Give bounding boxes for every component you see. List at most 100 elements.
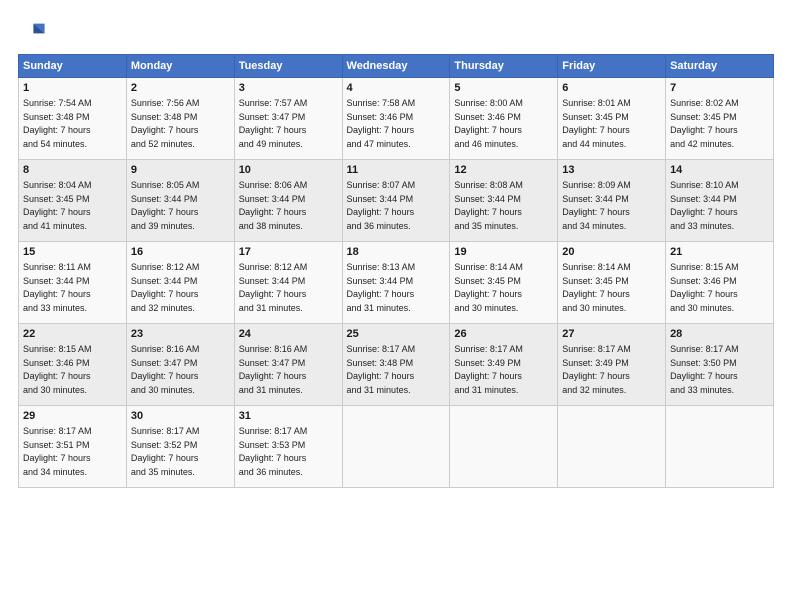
day-number: 7 — [670, 81, 769, 97]
calendar-week-1: 1Sunrise: 7:54 AM Sunset: 3:48 PM Daylig… — [19, 78, 774, 160]
day-number: 21 — [670, 245, 769, 261]
table-row: 31Sunrise: 8:17 AM Sunset: 3:53 PM Dayli… — [234, 406, 342, 488]
table-row: 3Sunrise: 7:57 AM Sunset: 3:47 PM Daylig… — [234, 78, 342, 160]
day-info: Sunrise: 8:02 AM Sunset: 3:45 PM Dayligh… — [670, 98, 739, 149]
calendar-week-5: 29Sunrise: 8:17 AM Sunset: 3:51 PM Dayli… — [19, 406, 774, 488]
day-info: Sunrise: 8:17 AM Sunset: 3:51 PM Dayligh… — [23, 426, 92, 477]
table-row: 22Sunrise: 8:15 AM Sunset: 3:46 PM Dayli… — [19, 324, 127, 406]
day-number: 25 — [347, 327, 446, 343]
col-header-friday: Friday — [558, 55, 666, 78]
day-number: 11 — [347, 163, 446, 179]
table-row: 26Sunrise: 8:17 AM Sunset: 3:49 PM Dayli… — [450, 324, 558, 406]
day-info: Sunrise: 8:17 AM Sunset: 3:49 PM Dayligh… — [454, 344, 523, 395]
day-info: Sunrise: 7:56 AM Sunset: 3:48 PM Dayligh… — [131, 98, 200, 149]
day-info: Sunrise: 8:08 AM Sunset: 3:44 PM Dayligh… — [454, 180, 523, 231]
table-row: 9Sunrise: 8:05 AM Sunset: 3:44 PM Daylig… — [126, 160, 234, 242]
day-info: Sunrise: 8:07 AM Sunset: 3:44 PM Dayligh… — [347, 180, 416, 231]
day-number: 30 — [131, 409, 230, 425]
day-info: Sunrise: 8:12 AM Sunset: 3:44 PM Dayligh… — [131, 262, 200, 313]
table-row: 27Sunrise: 8:17 AM Sunset: 3:49 PM Dayli… — [558, 324, 666, 406]
day-number: 4 — [347, 81, 446, 97]
day-info: Sunrise: 7:57 AM Sunset: 3:47 PM Dayligh… — [239, 98, 308, 149]
day-info: Sunrise: 8:16 AM Sunset: 3:47 PM Dayligh… — [239, 344, 308, 395]
col-header-saturday: Saturday — [666, 55, 774, 78]
table-row: 15Sunrise: 8:11 AM Sunset: 3:44 PM Dayli… — [19, 242, 127, 324]
day-number: 15 — [23, 245, 122, 261]
day-number: 12 — [454, 163, 553, 179]
day-number: 24 — [239, 327, 338, 343]
day-info: Sunrise: 8:15 AM Sunset: 3:46 PM Dayligh… — [23, 344, 92, 395]
day-number: 2 — [131, 81, 230, 97]
table-row: 12Sunrise: 8:08 AM Sunset: 3:44 PM Dayli… — [450, 160, 558, 242]
table-row: 10Sunrise: 8:06 AM Sunset: 3:44 PM Dayli… — [234, 160, 342, 242]
day-info: Sunrise: 8:14 AM Sunset: 3:45 PM Dayligh… — [454, 262, 523, 313]
day-number: 3 — [239, 81, 338, 97]
table-row: 4Sunrise: 7:58 AM Sunset: 3:46 PM Daylig… — [342, 78, 450, 160]
day-number: 20 — [562, 245, 661, 261]
day-number: 19 — [454, 245, 553, 261]
day-number: 16 — [131, 245, 230, 261]
table-row: 7Sunrise: 8:02 AM Sunset: 3:45 PM Daylig… — [666, 78, 774, 160]
col-header-wednesday: Wednesday — [342, 55, 450, 78]
day-number: 13 — [562, 163, 661, 179]
day-info: Sunrise: 8:14 AM Sunset: 3:45 PM Dayligh… — [562, 262, 631, 313]
table-row: 28Sunrise: 8:17 AM Sunset: 3:50 PM Dayli… — [666, 324, 774, 406]
day-number: 1 — [23, 81, 122, 97]
calendar-week-4: 22Sunrise: 8:15 AM Sunset: 3:46 PM Dayli… — [19, 324, 774, 406]
table-row — [342, 406, 450, 488]
calendar-body: 1Sunrise: 7:54 AM Sunset: 3:48 PM Daylig… — [19, 78, 774, 488]
day-info: Sunrise: 8:17 AM Sunset: 3:53 PM Dayligh… — [239, 426, 308, 477]
day-info: Sunrise: 8:04 AM Sunset: 3:45 PM Dayligh… — [23, 180, 92, 231]
table-row: 24Sunrise: 8:16 AM Sunset: 3:47 PM Dayli… — [234, 324, 342, 406]
day-number: 28 — [670, 327, 769, 343]
day-info: Sunrise: 7:58 AM Sunset: 3:46 PM Dayligh… — [347, 98, 416, 149]
day-info: Sunrise: 8:12 AM Sunset: 3:44 PM Dayligh… — [239, 262, 308, 313]
day-info: Sunrise: 8:00 AM Sunset: 3:46 PM Dayligh… — [454, 98, 523, 149]
day-number: 27 — [562, 327, 661, 343]
table-row — [666, 406, 774, 488]
logo-icon — [18, 18, 46, 46]
table-row: 25Sunrise: 8:17 AM Sunset: 3:48 PM Dayli… — [342, 324, 450, 406]
table-row: 30Sunrise: 8:17 AM Sunset: 3:52 PM Dayli… — [126, 406, 234, 488]
day-number: 14 — [670, 163, 769, 179]
page: SundayMondayTuesdayWednesdayThursdayFrid… — [0, 0, 792, 498]
day-info: Sunrise: 8:17 AM Sunset: 3:52 PM Dayligh… — [131, 426, 200, 477]
calendar-week-2: 8Sunrise: 8:04 AM Sunset: 3:45 PM Daylig… — [19, 160, 774, 242]
col-header-tuesday: Tuesday — [234, 55, 342, 78]
day-number: 29 — [23, 409, 122, 425]
day-number: 5 — [454, 81, 553, 97]
header-row: SundayMondayTuesdayWednesdayThursdayFrid… — [19, 55, 774, 78]
day-number: 10 — [239, 163, 338, 179]
table-row: 18Sunrise: 8:13 AM Sunset: 3:44 PM Dayli… — [342, 242, 450, 324]
calendar-week-3: 15Sunrise: 8:11 AM Sunset: 3:44 PM Dayli… — [19, 242, 774, 324]
table-row — [558, 406, 666, 488]
table-row: 17Sunrise: 8:12 AM Sunset: 3:44 PM Dayli… — [234, 242, 342, 324]
day-info: Sunrise: 8:10 AM Sunset: 3:44 PM Dayligh… — [670, 180, 739, 231]
day-info: Sunrise: 8:01 AM Sunset: 3:45 PM Dayligh… — [562, 98, 631, 149]
col-header-thursday: Thursday — [450, 55, 558, 78]
day-number: 26 — [454, 327, 553, 343]
day-info: Sunrise: 8:17 AM Sunset: 3:50 PM Dayligh… — [670, 344, 739, 395]
table-row: 23Sunrise: 8:16 AM Sunset: 3:47 PM Dayli… — [126, 324, 234, 406]
table-row: 1Sunrise: 7:54 AM Sunset: 3:48 PM Daylig… — [19, 78, 127, 160]
calendar-table: SundayMondayTuesdayWednesdayThursdayFrid… — [18, 54, 774, 488]
day-number: 8 — [23, 163, 122, 179]
day-info: Sunrise: 8:15 AM Sunset: 3:46 PM Dayligh… — [670, 262, 739, 313]
table-row: 19Sunrise: 8:14 AM Sunset: 3:45 PM Dayli… — [450, 242, 558, 324]
col-header-sunday: Sunday — [19, 55, 127, 78]
table-row: 21Sunrise: 8:15 AM Sunset: 3:46 PM Dayli… — [666, 242, 774, 324]
day-number: 6 — [562, 81, 661, 97]
day-info: Sunrise: 8:06 AM Sunset: 3:44 PM Dayligh… — [239, 180, 308, 231]
calendar-header: SundayMondayTuesdayWednesdayThursdayFrid… — [19, 55, 774, 78]
table-row: 11Sunrise: 8:07 AM Sunset: 3:44 PM Dayli… — [342, 160, 450, 242]
day-info: Sunrise: 8:17 AM Sunset: 3:48 PM Dayligh… — [347, 344, 416, 395]
day-info: Sunrise: 8:05 AM Sunset: 3:44 PM Dayligh… — [131, 180, 200, 231]
table-row: 5Sunrise: 8:00 AM Sunset: 3:46 PM Daylig… — [450, 78, 558, 160]
day-info: Sunrise: 8:16 AM Sunset: 3:47 PM Dayligh… — [131, 344, 200, 395]
day-info: Sunrise: 8:17 AM Sunset: 3:49 PM Dayligh… — [562, 344, 631, 395]
table-row: 8Sunrise: 8:04 AM Sunset: 3:45 PM Daylig… — [19, 160, 127, 242]
day-number: 22 — [23, 327, 122, 343]
table-row: 13Sunrise: 8:09 AM Sunset: 3:44 PM Dayli… — [558, 160, 666, 242]
col-header-monday: Monday — [126, 55, 234, 78]
logo — [18, 18, 50, 46]
